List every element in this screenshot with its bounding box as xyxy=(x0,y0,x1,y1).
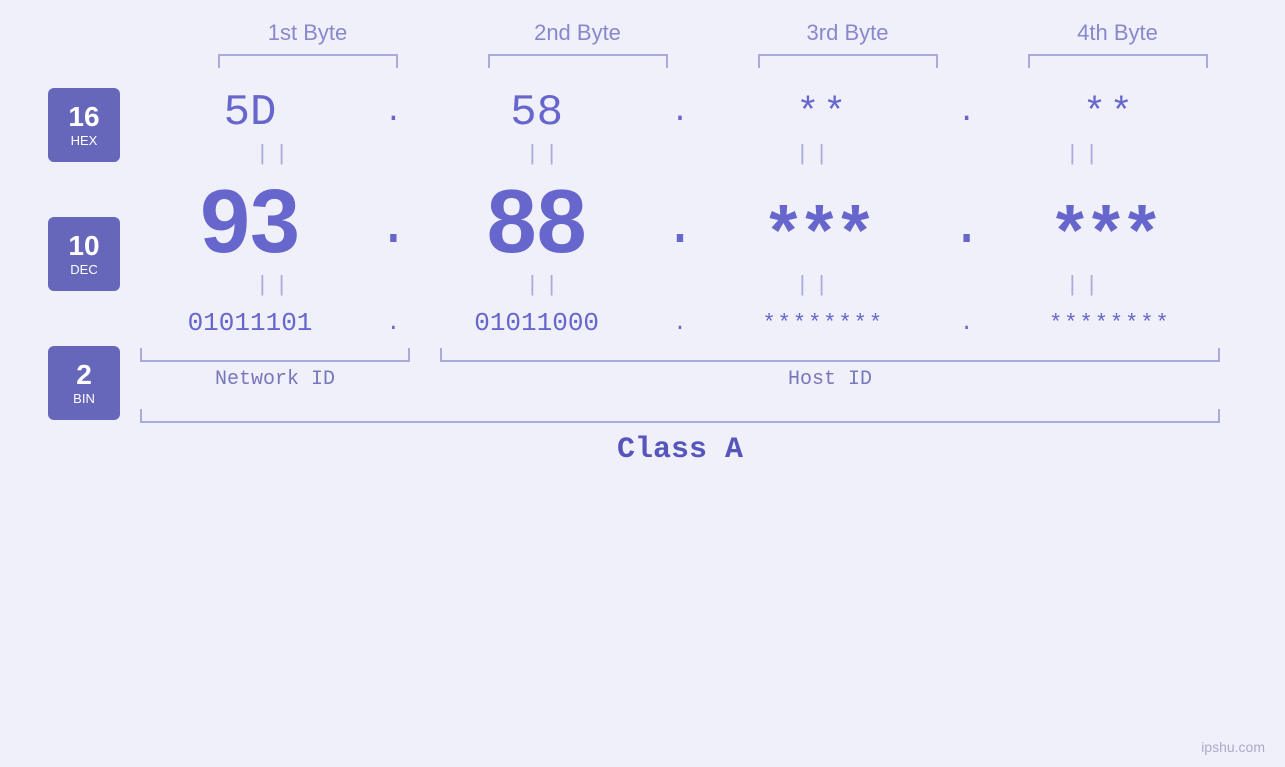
bin-dot-1: . xyxy=(387,311,400,336)
bin-b4: ******** xyxy=(1030,311,1190,336)
hex-badge: 16 HEX xyxy=(48,88,120,162)
dec-badge-num: 10 xyxy=(68,232,99,260)
dec-cell-2: 88 xyxy=(427,177,647,267)
bracket-gap xyxy=(410,348,440,362)
sep-row-1: || || || || xyxy=(140,142,1220,167)
dec-b3: *** xyxy=(743,195,903,267)
sep-row-2: || || || || xyxy=(140,273,1220,298)
bin-row: 01011101 . 01011000 . ******** . *******… xyxy=(140,308,1220,338)
byte-headers-row: 1st Byte 2nd Byte 3rd Byte 4th Byte xyxy=(173,20,1253,46)
dec-dot-2: . xyxy=(663,196,696,267)
dec-row: 93 . 88 . *** . *** xyxy=(140,177,1220,267)
hex-b3: ** xyxy=(748,92,898,135)
byte3-header: 3rd Byte xyxy=(738,20,958,46)
hex-row: 5D . 58 . ** . ** xyxy=(140,88,1220,138)
dec-b1: 93 xyxy=(170,177,330,267)
bin-cell-2: 01011000 xyxy=(427,308,647,338)
bracket-byte3 xyxy=(758,54,938,68)
hex-b2: 58 xyxy=(462,88,612,138)
hex-dot-2: . xyxy=(671,96,689,130)
top-brackets-row xyxy=(173,54,1253,68)
hex-b1: 5D xyxy=(175,88,325,138)
hex-b4: ** xyxy=(1035,92,1185,135)
dec-cell-4: *** xyxy=(1000,195,1220,267)
hex-cell-2: 58 xyxy=(427,88,647,138)
bin-cell-3: ******** xyxy=(713,311,933,336)
bracket-byte4 xyxy=(1028,54,1208,68)
badges-column: 16 HEX 10 DEC 2 BIN xyxy=(48,88,120,475)
sep-6: || xyxy=(435,273,655,298)
sep-7: || xyxy=(705,273,925,298)
host-id-label: Host ID xyxy=(440,368,1220,391)
sep-4: || xyxy=(975,142,1195,167)
bin-badge: 2 BIN xyxy=(48,346,120,420)
sep-1: || xyxy=(165,142,385,167)
bin-dot-3: . xyxy=(960,311,973,336)
dec-dot-3: . xyxy=(950,196,983,267)
hex-badge-num: 16 xyxy=(68,103,99,131)
id-labels-row: Network ID Host ID xyxy=(140,368,1220,391)
main-area: 16 HEX 10 DEC 2 BIN 5D . 58 xyxy=(0,78,1285,475)
bottom-bracket-area: Network ID Host ID xyxy=(140,348,1220,391)
hex-badge-label: HEX xyxy=(71,133,98,148)
network-id-label: Network ID xyxy=(140,368,410,391)
bin-b1: 01011101 xyxy=(170,308,330,338)
byte2-header: 2nd Byte xyxy=(468,20,688,46)
class-bracket xyxy=(140,409,1220,423)
bin-cell-1: 01011101 xyxy=(140,308,360,338)
byte4-header: 4th Byte xyxy=(1008,20,1228,46)
bin-b3: ******** xyxy=(743,311,903,336)
class-label: Class A xyxy=(140,433,1220,467)
watermark: ipshu.com xyxy=(1201,739,1265,755)
dec-cell-1: 93 xyxy=(140,177,360,267)
hex-dot-1: . xyxy=(384,96,402,130)
bin-cell-4: ******** xyxy=(1000,311,1220,336)
byte1-header: 1st Byte xyxy=(198,20,418,46)
sep-5: || xyxy=(165,273,385,298)
hex-cell-3: ** xyxy=(713,92,933,135)
bin-badge-label: BIN xyxy=(73,391,95,406)
bin-b2: 01011000 xyxy=(457,308,617,338)
hex-cell-4: ** xyxy=(1000,92,1220,135)
bin-dot-2: . xyxy=(673,311,686,336)
dec-cell-3: *** xyxy=(713,195,933,267)
dec-b2: 88 xyxy=(457,177,617,267)
main-container: 1st Byte 2nd Byte 3rd Byte 4th Byte 16 H… xyxy=(0,0,1285,767)
bracket-byte2 xyxy=(488,54,668,68)
hex-dot-3: . xyxy=(958,96,976,130)
sep-2: || xyxy=(435,142,655,167)
dec-b4: *** xyxy=(1030,195,1190,267)
bottom-brackets-row xyxy=(140,348,1220,362)
bracket-byte1 xyxy=(218,54,398,68)
sep-8: || xyxy=(975,273,1195,298)
dec-badge: 10 DEC xyxy=(48,217,120,291)
hex-cell-1: 5D xyxy=(140,88,360,138)
host-id-bracket xyxy=(440,348,1220,362)
sep-3: || xyxy=(705,142,925,167)
bin-badge-num: 2 xyxy=(76,361,92,389)
rows-container: 5D . 58 . ** . ** || || || || xyxy=(140,78,1285,467)
network-id-bracket xyxy=(140,348,410,362)
dec-dot-1: . xyxy=(377,196,410,267)
dec-badge-label: DEC xyxy=(70,262,97,277)
